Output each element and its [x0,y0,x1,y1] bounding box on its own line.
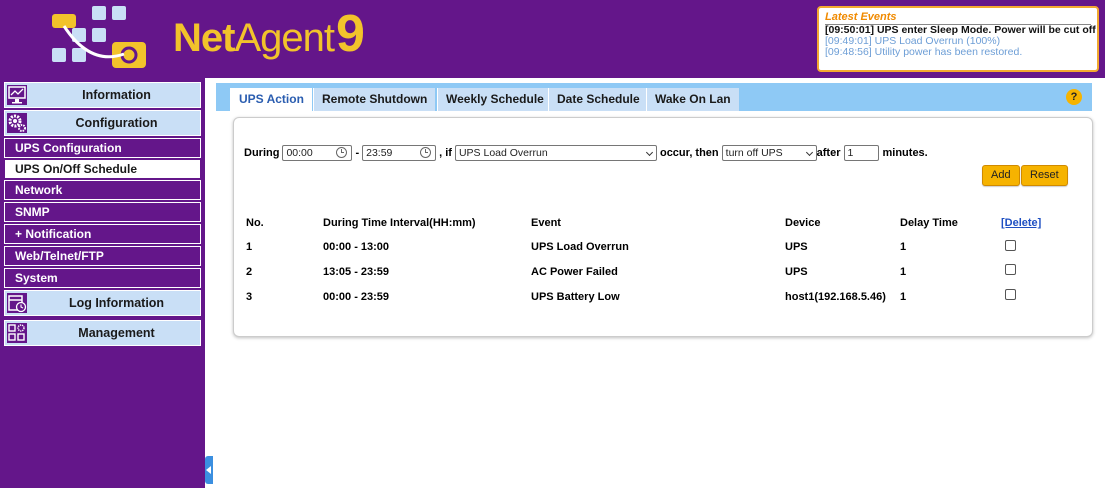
sidebar-collapse-button[interactable] [205,456,213,484]
minutes-label: minutes. [882,147,928,159]
row-no: 1 [246,241,253,253]
occur-label: occur, then [659,147,719,159]
header-delay: Delay Time [900,217,958,229]
brand-nine: 9 [335,5,365,63]
sidebar-item-system[interactable]: System [4,268,201,288]
sidebar-item-ups-configuration[interactable]: UPS Configuration [4,138,201,158]
row-delete-checkbox[interactable] [1005,289,1016,300]
sidebar-item-information[interactable]: Information [4,82,201,108]
sidebar-item-web-telnet-ftp[interactable]: Web/Telnet/FTP [4,246,201,266]
tab-wake-on-lan[interactable]: Wake On Lan [646,88,739,111]
help-icon[interactable]: ? [1066,89,1082,105]
header-no: No. [246,217,264,229]
action-form: During 00:00 - 23:59 , if UPS Load Overr… [244,144,928,162]
row-device: UPS [785,266,808,278]
row-no: 2 [246,266,253,278]
row-interval: 00:00 - 13:00 [323,241,390,253]
latest-events-title: Latest Events [825,11,1091,25]
action-select-value: turn off UPS [725,147,783,159]
header-interval: During Time Interval(HH:mm) [323,217,476,229]
row-device: host1(192.168.5.46) [785,291,886,303]
event-item: [09:48:56] Utility power has been restor… [825,46,1023,58]
sidebar-label: Management [78,326,155,340]
row-delay: 1 [900,241,907,253]
from-time-field[interactable]: 00:00 [282,145,353,161]
row-no: 3 [246,291,253,303]
clock-icon[interactable] [420,147,432,158]
range-dash: - [355,147,360,159]
sidebar-item-configuration[interactable]: Configuration [4,110,201,136]
delete-link[interactable]: [Delete] [1001,217,1041,229]
sidebar-label: Configuration [75,116,158,130]
add-button[interactable]: Add [982,165,1020,186]
tab-remote-shutdown[interactable]: Remote Shutdown [313,88,436,111]
ups-action-panel: During 00:00 - 23:59 , if UPS Load Overr… [233,117,1093,337]
row-event: UPS Battery Low [531,291,620,303]
clock-icon[interactable] [336,147,348,158]
sidebar-label: Log Information [68,296,165,310]
to-time-field[interactable]: 23:59 [362,145,437,161]
delay-minutes-input[interactable]: 1 [843,145,879,161]
sidebar-label: Information [82,88,151,102]
brand-agent: Agent [234,16,335,60]
to-time-value: 23:59 [366,147,393,159]
monitor-chart-icon [7,85,27,105]
grid-settings-icon [7,323,27,343]
row-event: AC Power Failed [531,266,618,278]
row-interval: 13:05 - 23:59 [323,266,390,278]
row-event: UPS Load Overrun [531,241,629,253]
gears-icon [7,113,27,133]
row-delay: 1 [900,266,907,278]
sidebar-item-notification[interactable]: + Notification [4,224,201,244]
calendar-clock-icon [7,293,27,313]
sidebar-item-snmp[interactable]: SNMP [4,202,201,222]
sidebar: Information Configuration UPS Configurat… [0,78,205,488]
header-device: Device [785,217,821,229]
sidebar-item-ups-on-off-schedule[interactable]: UPS On/Off Schedule [4,159,201,179]
tab-bar: UPS Action Remote Shutdown Weekly Schedu… [216,83,1092,111]
brand-net: Net [173,16,235,60]
tab-weekly-schedule[interactable]: Weekly Schedule [437,88,552,111]
event-select[interactable]: UPS Load Overrun [454,145,657,161]
reset-button[interactable]: Reset [1021,165,1068,186]
header-event: Event [531,217,561,229]
netagent-logo-icon [52,6,146,68]
header: Net Agent 9 Latest Events [09:50:01] UPS… [0,0,1105,78]
event-select-value: UPS Load Overrun [458,147,548,159]
row-interval: 00:00 - 23:59 [323,291,390,303]
after-label: after [816,147,841,159]
brand-wordmark: Net Agent 9 [173,5,365,64]
if-label: , if [439,147,452,159]
row-device: UPS [785,241,808,253]
from-time-value: 00:00 [286,147,313,159]
sidebar-item-network[interactable]: Network [4,180,201,200]
row-delay: 1 [900,291,907,303]
tab-date-schedule[interactable]: Date Schedule [548,88,648,111]
row-delete-checkbox[interactable] [1005,264,1016,275]
tab-ups-action[interactable]: UPS Action [230,88,312,111]
during-label: During [244,147,280,159]
latest-events-panel: Latest Events [09:50:01] UPS enter Sleep… [817,6,1099,72]
sidebar-item-log-information[interactable]: Log Information [4,290,201,316]
row-delete-checkbox[interactable] [1005,240,1016,251]
sidebar-item-management[interactable]: Management [4,320,201,346]
action-select[interactable]: turn off UPS [721,145,817,161]
